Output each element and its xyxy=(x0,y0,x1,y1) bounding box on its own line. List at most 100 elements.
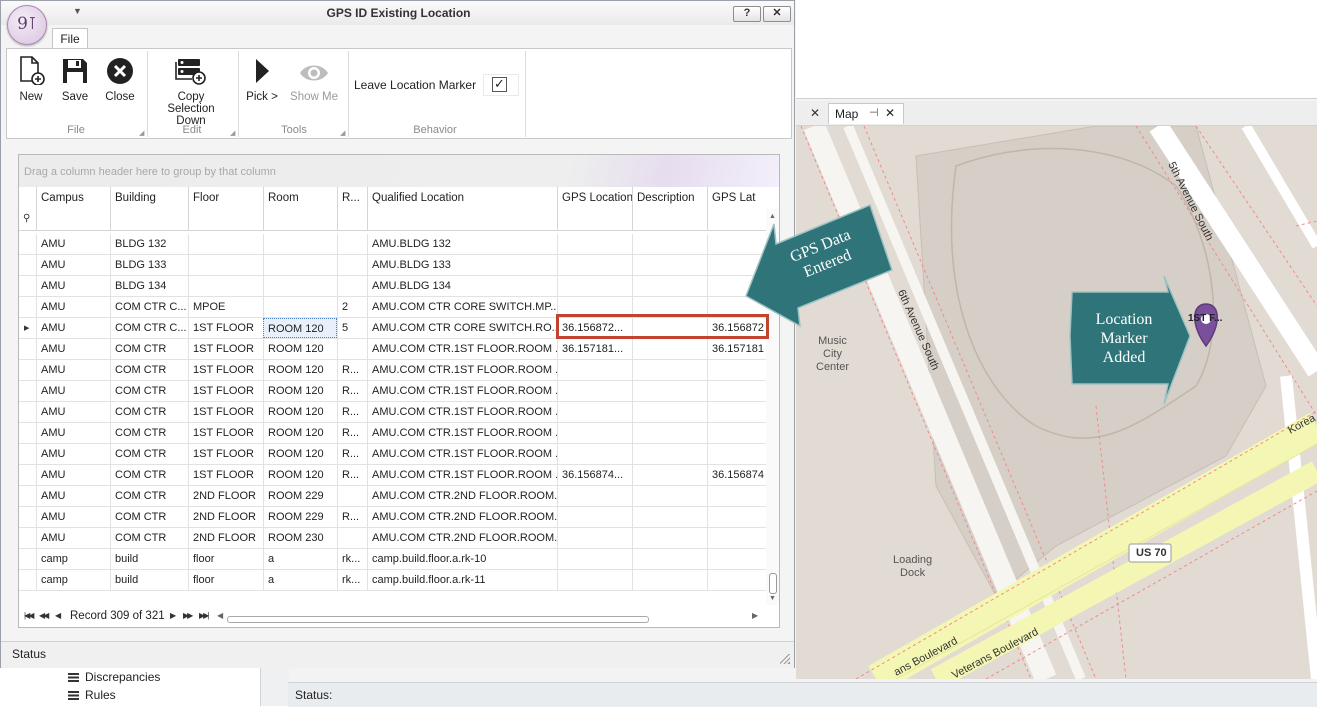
table-cell[interactable]: a xyxy=(263,570,337,590)
first-record-icon[interactable]: |◀◀ xyxy=(24,611,34,620)
table-cell[interactable]: AMU xyxy=(36,339,110,359)
table-cell[interactable] xyxy=(632,444,707,464)
table-cell[interactable] xyxy=(188,234,263,254)
table-cell[interactable]: BLDG 132 xyxy=(110,234,188,254)
table-row[interactable]: AMU COM CTR 1ST FLOOR ROOM 120 R... AMU.COM C… xyxy=(19,402,766,423)
table-cell[interactable] xyxy=(707,507,766,527)
table-cell[interactable]: R... xyxy=(337,465,367,485)
table-cell[interactable]: rk... xyxy=(337,570,367,590)
table-cell[interactable] xyxy=(632,339,707,359)
previous-page-icon[interactable]: ◀◀ xyxy=(39,611,49,620)
table-cell[interactable]: BLDG 133 xyxy=(110,255,188,275)
table-cell[interactable] xyxy=(337,486,367,506)
table-cell[interactable]: ROOM 229 xyxy=(263,486,337,506)
filter-cell[interactable] xyxy=(110,209,188,230)
table-cell[interactable]: floor xyxy=(188,570,263,590)
close-button[interactable]: ✕ xyxy=(763,6,791,22)
table-cell[interactable] xyxy=(632,360,707,380)
table-cell[interactable]: ROOM 120 xyxy=(263,360,337,380)
vertical-scroll-thumb[interactable] xyxy=(769,573,777,594)
new-button[interactable]: New xyxy=(11,53,51,109)
table-cell[interactable]: ROOM 120 xyxy=(263,444,337,464)
table-cell[interactable] xyxy=(263,255,337,275)
table-cell[interactable] xyxy=(707,570,766,590)
table-cell[interactable]: 1ST FLOOR xyxy=(188,465,263,485)
table-cell[interactable]: AMU xyxy=(36,528,110,548)
table-cell[interactable]: 1ST FLOOR xyxy=(188,318,263,338)
table-cell[interactable] xyxy=(707,402,766,422)
filter-cell[interactable] xyxy=(337,209,367,230)
table-cell[interactable] xyxy=(557,444,632,464)
table-cell[interactable]: 36.156874 xyxy=(707,465,766,485)
column-header[interactable]: Campus xyxy=(36,187,110,209)
close-icon[interactable]: ✕ xyxy=(885,106,895,120)
table-cell[interactable]: COM CTR xyxy=(110,486,188,506)
table-cell[interactable]: AMU xyxy=(36,465,110,485)
table-cell[interactable]: ROOM 120 xyxy=(263,339,337,359)
table-row[interactable]: AMU COM CTR 1ST FLOOR ROOM 120 R... AMU.COM C… xyxy=(19,465,766,486)
table-cell[interactable]: BLDG 134 xyxy=(110,276,188,296)
table-cell[interactable]: 2ND FLOOR xyxy=(188,507,263,527)
table-cell[interactable]: AMU.COM CTR CORE SWITCH.RO... xyxy=(367,318,557,338)
table-cell[interactable] xyxy=(632,549,707,569)
next-page-icon[interactable]: ▶▶ xyxy=(183,611,193,620)
table-cell[interactable] xyxy=(632,234,707,254)
dialog-launcher-icon[interactable]: ◢ xyxy=(340,129,345,137)
table-cell[interactable]: AMU.COM CTR.1ST FLOOR.ROOM ... xyxy=(367,402,557,422)
table-row[interactable]: camp build floor a rk... camp.build.floor.a.r… xyxy=(19,570,766,591)
table-row[interactable]: AMU COM CTR 1ST FLOOR ROOM 120 R... AMU.COM C… xyxy=(19,381,766,402)
table-row[interactable]: AMU COM CTR 2ND FLOOR ROOM 229 AMU.COM CTR.2… xyxy=(19,486,766,507)
table-cell[interactable]: ROOM 230 xyxy=(263,528,337,548)
table-cell[interactable]: AMU.COM CTR.2ND FLOOR.ROOM... xyxy=(367,486,557,506)
table-cell[interactable]: AMU xyxy=(36,423,110,443)
table-cell[interactable] xyxy=(337,276,367,296)
table-cell[interactable] xyxy=(337,234,367,254)
previous-record-icon[interactable]: ◀ xyxy=(55,611,61,620)
filter-cell[interactable] xyxy=(632,209,707,230)
table-cell[interactable]: 2 xyxy=(337,297,367,317)
table-cell[interactable]: AMU.COM CTR CORE SWITCH.MP... xyxy=(367,297,557,317)
table-cell[interactable] xyxy=(632,465,707,485)
filter-cell[interactable] xyxy=(188,209,263,230)
table-row[interactable]: AMU COM CTR 1ST FLOOR ROOM 120 R... AMU.COM C… xyxy=(19,423,766,444)
table-cell[interactable]: camp.build.floor.a.rk-10 xyxy=(367,549,557,569)
table-cell[interactable] xyxy=(557,234,632,254)
table-cell[interactable]: AMU.COM CTR.1ST FLOOR.ROOM ... xyxy=(367,465,557,485)
table-cell[interactable] xyxy=(632,507,707,527)
table-cell[interactable]: ROOM 120 xyxy=(263,423,337,443)
table-cell[interactable] xyxy=(188,276,263,296)
table-cell[interactable]: rk... xyxy=(337,549,367,569)
table-cell[interactable]: R... xyxy=(337,402,367,422)
table-cell[interactable] xyxy=(707,486,766,506)
table-cell[interactable]: R... xyxy=(337,423,367,443)
table-cell[interactable]: R... xyxy=(337,381,367,401)
table-cell[interactable]: build xyxy=(110,549,188,569)
table-cell[interactable] xyxy=(337,528,367,548)
table-cell[interactable]: AMU xyxy=(36,444,110,464)
table-cell[interactable] xyxy=(263,276,337,296)
table-cell[interactable]: camp.build.floor.a.rk-11 xyxy=(367,570,557,590)
table-cell[interactable]: AMU xyxy=(36,507,110,527)
scroll-down-arrow-icon[interactable]: ▼ xyxy=(769,595,776,602)
table-cell[interactable]: 5 xyxy=(337,318,367,338)
table-cell[interactable] xyxy=(632,402,707,422)
table-row[interactable]: AMU COM CTR 1ST FLOOR ROOM 120 R... AMU.COM C… xyxy=(19,360,766,381)
table-cell[interactable]: COM CTR xyxy=(110,423,188,443)
table-cell[interactable]: 1ST FLOOR xyxy=(188,423,263,443)
column-header[interactable]: R... xyxy=(337,187,367,209)
table-cell[interactable] xyxy=(557,486,632,506)
table-cell[interactable] xyxy=(707,381,766,401)
table-row[interactable]: AMU BLDG 132 AMU.BLDG 132 xyxy=(19,234,766,255)
table-cell[interactable]: AMU xyxy=(36,255,110,275)
table-cell[interactable]: AMU xyxy=(36,234,110,254)
table-cell[interactable]: COM CTR xyxy=(110,444,188,464)
table-row[interactable]: camp build floor a rk... camp.build.floor.a.r… xyxy=(19,549,766,570)
table-cell[interactable]: COM CTR xyxy=(110,402,188,422)
leave-location-marker-field[interactable]: ✓ xyxy=(483,74,519,96)
table-cell[interactable] xyxy=(557,381,632,401)
table-cell[interactable] xyxy=(557,570,632,590)
filter-cell[interactable] xyxy=(36,209,110,230)
filter-cell[interactable] xyxy=(263,209,337,230)
quick-access-dropdown-icon[interactable]: ▼ xyxy=(73,6,82,16)
tab-map[interactable]: Map ⊣ ✕ xyxy=(828,103,904,124)
